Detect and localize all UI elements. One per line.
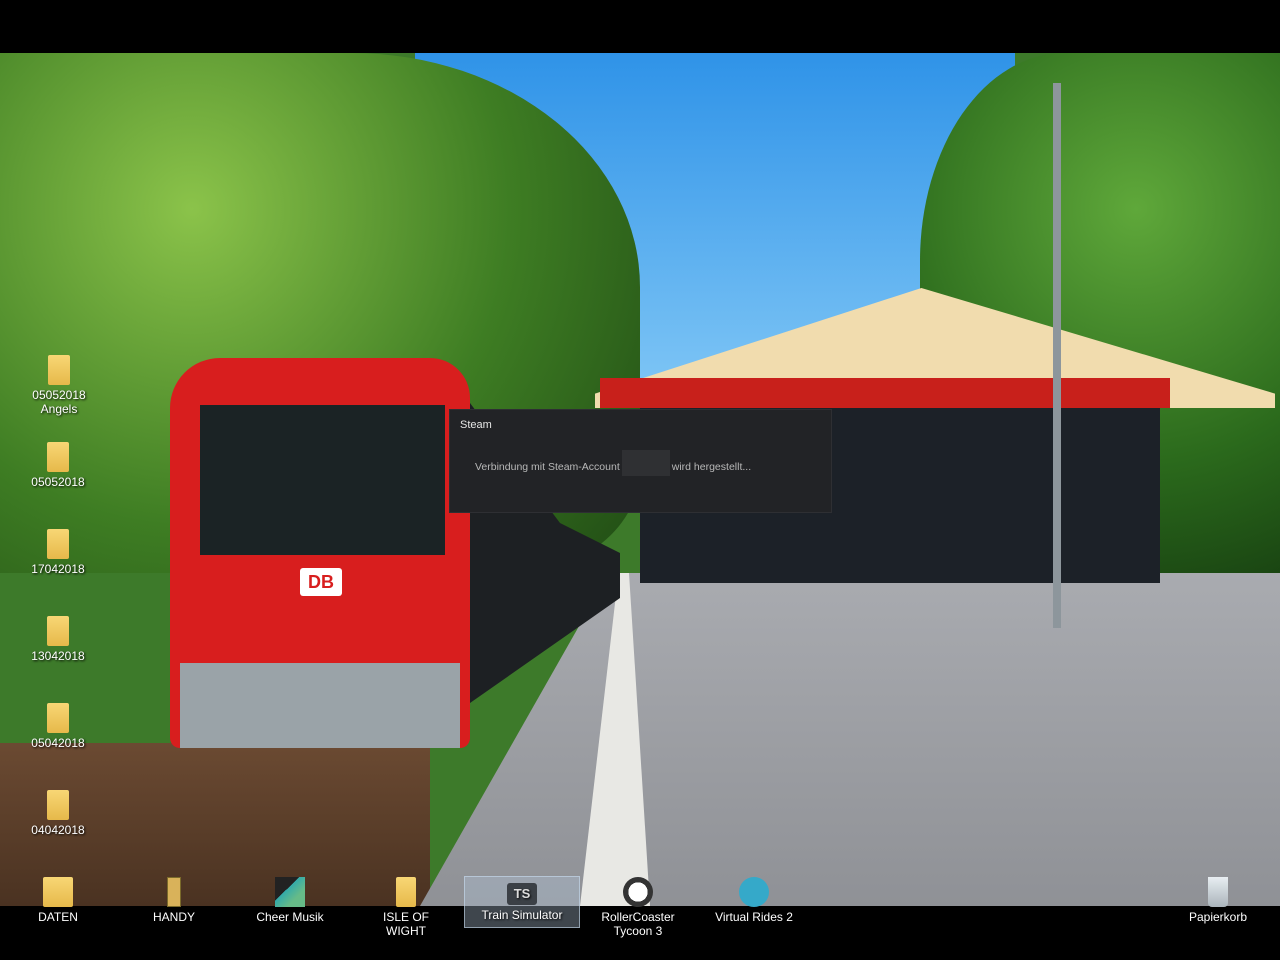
folder-icon [47,703,69,733]
folder-icon [47,442,69,472]
roof-beam [600,378,1170,408]
desktop-icon-05052018[interactable]: 05052018 [18,442,98,489]
dialog-title: Steam [460,419,492,431]
desktop-icon-17042018[interactable]: 17042018 [18,529,98,576]
recycle-bin-icon [1208,877,1228,907]
train-window [200,405,445,555]
desktop-icon-05052018-angels[interactable]: 05052018 Angels [14,355,104,416]
desktop-icon-rollercoaster-tycoon-3[interactable]: RollerCoaster Tycoon 3 [598,877,678,938]
folder-icon [47,616,69,646]
folder-icon [43,877,73,907]
rollercoaster-icon [623,877,653,907]
train-lower [180,663,460,748]
folder-icon [47,529,69,559]
lamp-pole [1053,83,1061,628]
db-logo: DB [300,568,342,596]
redacted-account-name [621,450,670,476]
desktop-icon-04042018[interactable]: 04042018 [18,790,98,837]
desktop-icon-cheer-musik[interactable]: Cheer Musik [250,877,330,924]
folder-icon [48,355,70,385]
message-before: Verbindung mit Steam-Account [475,460,620,473]
desktop-icon-virtual-rides-2[interactable]: Virtual Rides 2 [714,877,794,924]
desktop-icon-05042018[interactable]: 05042018 [18,703,98,750]
message-after: wird hergestellt... [671,460,752,473]
virtual-rides-icon [739,877,769,907]
top-black-bar [0,0,1280,53]
desktop-icon-isle-of-wight[interactable]: ISLE OF WIGHT [366,877,446,938]
steam-connecting-dialog: Steam Verbindung mit Steam-Account wird h… [449,409,832,513]
desktop-icon-papierkorb[interactable]: Papierkorb [1178,877,1258,924]
dialog-message: Verbindung mit Steam-Account wird hergest… [475,450,752,476]
desktop-icon-train-simulator[interactable]: TS Train Simulator [464,876,580,928]
desktop-icon-daten[interactable]: DATEN [18,877,98,924]
train-simulator-icon: TS [507,883,537,905]
folder-icon [396,877,416,907]
music-folder-icon [275,877,305,907]
phone-folder-icon [167,877,181,907]
folder-icon [47,790,69,820]
desktop-icon-13042018[interactable]: 13042018 [18,616,98,663]
desktop-icon-handy[interactable]: HANDY [134,877,214,924]
